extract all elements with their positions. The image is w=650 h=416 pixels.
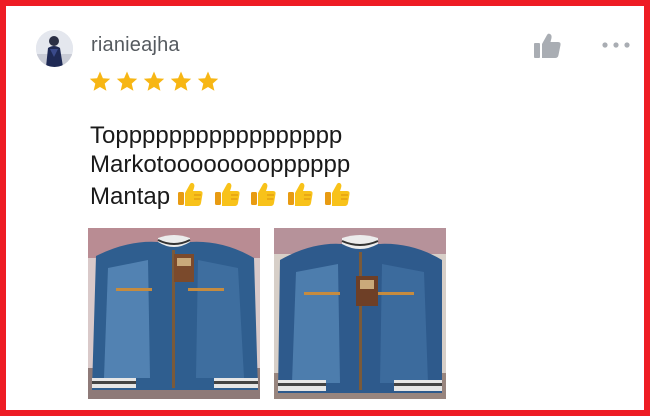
thumbs-up-emoji bbox=[324, 182, 350, 206]
like-button[interactable] bbox=[532, 30, 562, 60]
more-options-button[interactable] bbox=[600, 32, 634, 58]
star-icon bbox=[116, 71, 138, 91]
review-photo[interactable] bbox=[88, 228, 260, 399]
avatar[interactable] bbox=[36, 30, 73, 67]
review-photo[interactable] bbox=[274, 228, 446, 399]
star-icon bbox=[170, 71, 192, 91]
thumbs-up-emoji bbox=[178, 182, 203, 206]
username[interactable]: rianieajha bbox=[91, 34, 180, 57]
denim-jacket-photo bbox=[274, 228, 446, 399]
review-text-line: Markotoooooooopppppp bbox=[90, 151, 351, 178]
more-options-icon bbox=[602, 42, 630, 48]
star-icon bbox=[89, 71, 111, 91]
thumbs-up-icon bbox=[534, 33, 561, 58]
star-rating bbox=[88, 70, 220, 94]
star-icon bbox=[197, 71, 219, 91]
thumbs-up-emoji bbox=[288, 182, 313, 206]
thumbs-up-emoji bbox=[214, 182, 240, 206]
denim-jacket-photo bbox=[88, 228, 260, 399]
thumbs-up-emoji bbox=[251, 182, 276, 206]
emoji-group bbox=[176, 180, 353, 215]
review-text-line-with-emoji: Mantap bbox=[90, 180, 353, 215]
avatar-image bbox=[36, 30, 73, 67]
review-card: rianieajha Toppppppppppppppppp Markotooo… bbox=[0, 0, 650, 416]
star-icon bbox=[143, 71, 165, 91]
review-text-line: Toppppppppppppppppp bbox=[90, 122, 343, 149]
review-text: Mantap bbox=[90, 183, 171, 210]
